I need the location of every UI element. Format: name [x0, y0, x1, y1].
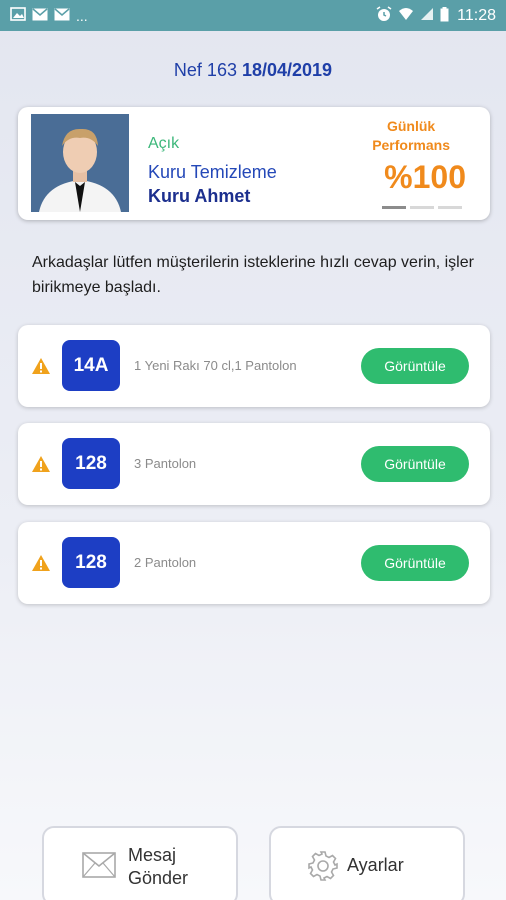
- order-card[interactable]: 14A 1 Yeni Rakı 70 cl,1 Pantolon Görüntü…: [18, 325, 490, 407]
- warning-icon: [31, 357, 51, 375]
- order-description: 1 Yeni Rakı 70 cl,1 Pantolon: [134, 358, 297, 373]
- profile-status: Açık: [148, 135, 180, 152]
- status-bar-system: 11:28: [376, 6, 496, 25]
- clock: 11:28: [457, 6, 496, 24]
- performance-label-line2: Performans: [372, 137, 450, 153]
- warning-icon: [31, 455, 51, 473]
- signal-icon: [420, 7, 434, 24]
- send-message-button[interactable]: Mesaj Gönder: [42, 826, 238, 900]
- envelope-icon: [82, 852, 116, 883]
- view-button[interactable]: Görüntüle: [361, 348, 469, 384]
- order-card[interactable]: 128 2 Pantolon Görüntüle: [18, 522, 490, 604]
- page-header: Nef 163 18/04/2019: [0, 60, 506, 81]
- order-card[interactable]: 128 3 Pantolon Görüntüle: [18, 423, 490, 505]
- send-message-label: Mesaj Gönder: [128, 844, 188, 890]
- status-bar-notifications: ...: [10, 7, 88, 24]
- profile-company: Kuru Temizleme: [148, 162, 277, 182]
- wifi-icon: [398, 7, 414, 24]
- settings-label: Ayarlar: [347, 855, 404, 875]
- header-date: 18/04/2019: [241, 60, 333, 80]
- send-message-line1: Mesaj: [128, 845, 177, 865]
- table-number-badge: 128: [62, 438, 120, 489]
- carousel-dot[interactable]: [410, 206, 434, 209]
- image-icon: [10, 7, 26, 24]
- gear-icon: [307, 850, 339, 887]
- nef-label: Nef 163: [173, 60, 237, 80]
- performance-label-line1: Günlük: [386, 118, 436, 134]
- table-number-badge: 14A: [62, 340, 120, 391]
- profile-name: Kuru Ahmet: [148, 186, 251, 206]
- mail-icon: [32, 7, 48, 24]
- notice-text: Arkadaşlar lütfen müşterilerin istekleri…: [32, 254, 474, 296]
- warning-icon: [31, 554, 51, 572]
- performance-value: %100: [384, 159, 466, 195]
- avatar: [31, 114, 129, 212]
- performance-label: Günlük Performans: [372, 117, 450, 155]
- order-description: 2 Pantolon: [134, 555, 197, 570]
- mail-icon: [54, 7, 70, 24]
- settings-button[interactable]: Ayarlar: [269, 826, 465, 900]
- profile-card[interactable]: Açık Kuru Temizleme Kuru Ahmet Günlük Pe…: [18, 107, 490, 220]
- view-button[interactable]: Görüntüle: [361, 446, 469, 482]
- order-description: 3 Pantolon: [134, 456, 197, 471]
- carousel-dot[interactable]: [438, 206, 462, 209]
- send-message-line2: Gönder: [128, 868, 189, 888]
- status-bar: ... 11:28: [0, 0, 506, 31]
- view-button[interactable]: Görüntüle: [361, 545, 469, 581]
- carousel-dot[interactable]: [382, 206, 406, 209]
- carousel-indicator[interactable]: [382, 206, 462, 209]
- battery-icon: [440, 6, 449, 25]
- alarm-icon: [376, 6, 392, 25]
- more-notifications: ...: [76, 7, 88, 24]
- table-number-badge: 128: [62, 537, 120, 588]
